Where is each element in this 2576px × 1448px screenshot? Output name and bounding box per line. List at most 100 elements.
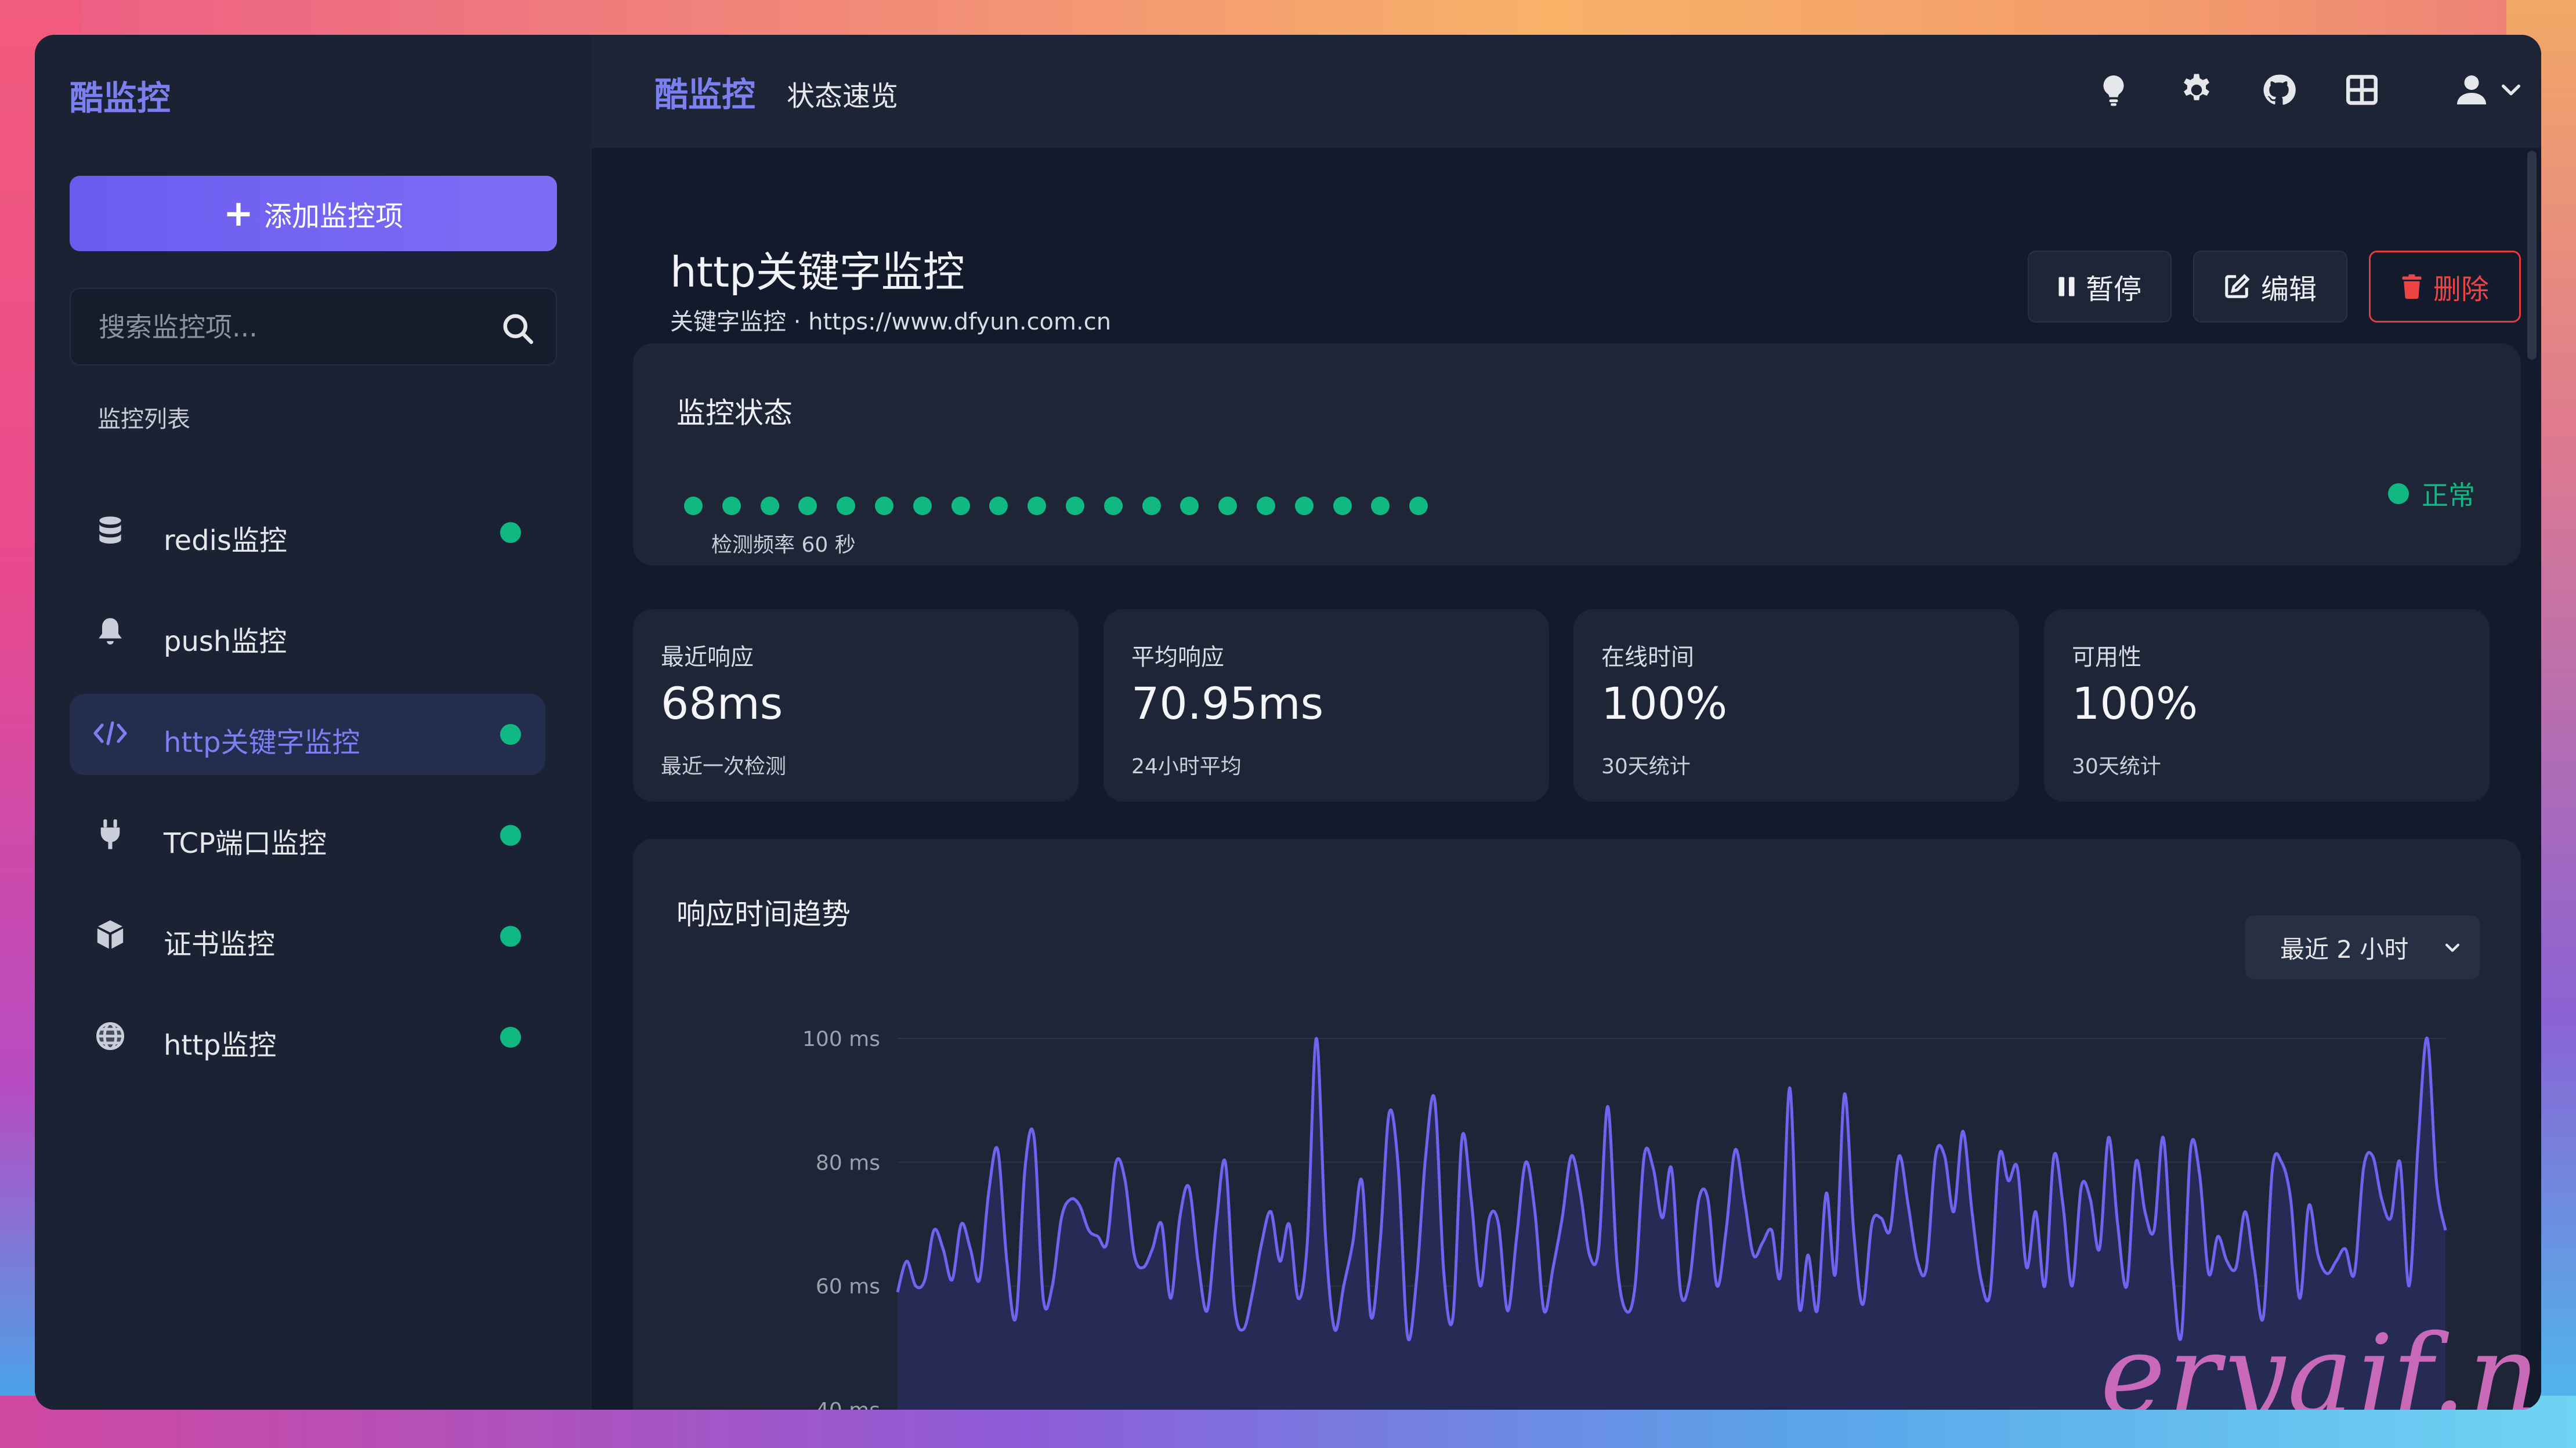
- heartbeat-dot[interactable]: [684, 497, 703, 515]
- delete-button[interactable]: 删除: [2369, 251, 2521, 323]
- heartbeat-dot[interactable]: [722, 497, 741, 515]
- heartbeat-dot[interactable]: [1142, 497, 1161, 515]
- edit-icon: [2225, 274, 2250, 298]
- monitor-item-http[interactable]: http监控: [70, 997, 545, 1078]
- pause-label: 暂停: [2085, 273, 2141, 306]
- app-window: 酷监控 + 添加监控项 监控列表 redis监控: [35, 35, 2541, 1410]
- monitor-item-tcp[interactable]: TCP端口监控: [70, 795, 545, 876]
- stat-value: 100%: [1601, 678, 1728, 729]
- delete-label: 删除: [2433, 273, 2489, 306]
- heartbeat-dot[interactable]: [1027, 497, 1047, 515]
- heartbeat-dot[interactable]: [1218, 497, 1238, 515]
- status-card: [633, 343, 2521, 566]
- y-axis-ticks: 100 ms 80 ms 60 ms 40 ms: [802, 1027, 880, 1410]
- status-dot: [500, 926, 521, 947]
- sidebar-brand[interactable]: 酷监控: [70, 71, 171, 120]
- status-dot: [2388, 483, 2409, 504]
- monitor-item-label: TCP端口监控: [164, 827, 327, 860]
- monitor-item-label: 证书监控: [164, 928, 276, 961]
- status-text: 正常: [2422, 480, 2475, 511]
- stat-card-uptime: 在线时间 100% 30天统计: [1573, 609, 2019, 802]
- y-tick-label: 80 ms: [816, 1151, 880, 1175]
- time-range-value: 最近 2 小时: [2280, 935, 2409, 964]
- code-icon: [93, 716, 128, 751]
- stat-label: 在线时间: [1601, 644, 1694, 671]
- stat-desc: 最近一次检测: [661, 755, 787, 779]
- monitor-item-push[interactable]: push监控: [70, 593, 545, 674]
- lightbulb-icon[interactable]: [2096, 73, 2131, 107]
- stat-label: 可用性: [2072, 644, 2141, 671]
- monitor-item-cert[interactable]: 证书监控: [70, 896, 545, 977]
- trash-icon: [2402, 274, 2422, 299]
- heartbeat-dot[interactable]: [1104, 497, 1123, 515]
- stat-desc: 30天统计: [2072, 755, 2161, 779]
- heartbeat-dot[interactable]: [837, 497, 856, 515]
- chart-card-title: 响应时间趋势: [676, 897, 851, 931]
- pause-button[interactable]: 暂停: [2028, 251, 2172, 323]
- stat-label: 平均响应: [1131, 644, 1224, 671]
- topbar-brand[interactable]: 酷监控: [654, 67, 755, 116]
- stat-card-latest: 最近响应 68ms 最近一次检测: [633, 609, 1079, 802]
- database-icon: [93, 514, 128, 549]
- status-badge: 正常: [2388, 475, 2475, 513]
- heartbeat-dot[interactable]: [913, 497, 932, 515]
- add-monitor-label: 添加监控项: [263, 200, 403, 233]
- time-range-select[interactable]: 最近 2 小时: [2245, 915, 2480, 979]
- globe-icon: [93, 1019, 128, 1054]
- status-dot: [500, 825, 521, 846]
- topbar-subtitle: 状态速览: [787, 80, 899, 113]
- stat-desc: 24小时平均: [1131, 755, 1242, 779]
- chevron-down-icon[interactable]: [2499, 73, 2523, 107]
- stat-label: 最近响应: [661, 644, 754, 671]
- plug-icon: [93, 817, 128, 852]
- edit-label: 编辑: [2260, 273, 2317, 306]
- heartbeat-dot[interactable]: [1066, 497, 1084, 515]
- stat-value: 70.95ms: [1131, 678, 1324, 729]
- y-tick-label: 60 ms: [816, 1275, 880, 1299]
- heartbeat-dot[interactable]: [1294, 497, 1314, 515]
- monitor-item-http-keyword[interactable]: http关键字监控: [70, 694, 545, 775]
- chevron-down-icon: [2445, 943, 2460, 952]
- heartbeat-dot[interactable]: [760, 497, 779, 515]
- status-dot: [500, 1027, 521, 1048]
- pause-icon: [2058, 277, 2075, 296]
- heartbeat-dot[interactable]: [1257, 497, 1275, 515]
- check-frequency: 检测频率 60 秒: [711, 533, 856, 557]
- stat-value: 68ms: [661, 678, 783, 729]
- search-input[interactable]: [97, 306, 471, 348]
- add-monitor-button[interactable]: + 添加监控项: [70, 176, 557, 251]
- stat-desc: 30天统计: [1601, 755, 1691, 779]
- heartbeat-dot[interactable]: [951, 497, 970, 515]
- monitor-item-label: http监控: [164, 1029, 277, 1062]
- search-box: [70, 288, 557, 365]
- status-dot: [500, 522, 521, 543]
- stat-card-average: 平均响应 70.95ms 24小时平均: [1104, 609, 1549, 802]
- scrollbar[interactable]: [2527, 151, 2537, 360]
- heartbeat-dot[interactable]: [875, 497, 893, 515]
- monitor-list-title: 监控列表: [97, 406, 190, 433]
- page-title: http关键字监控: [670, 248, 965, 296]
- page-subtitle: 关键字监控 · https://www.dfyun.com.cn: [670, 309, 1112, 335]
- monitor-item-label: http关键字监控: [164, 726, 360, 759]
- status-dot: [500, 724, 521, 745]
- edit-button[interactable]: 编辑: [2193, 251, 2347, 323]
- grid-icon[interactable]: [2345, 73, 2379, 107]
- search-icon[interactable]: [500, 311, 535, 346]
- monitor-item-redis[interactable]: redis监控: [70, 492, 545, 573]
- status-card-title: 监控状态: [676, 396, 793, 430]
- user-icon[interactable]: [2454, 73, 2489, 107]
- heartbeat-dot[interactable]: [1333, 497, 1352, 515]
- y-tick-label: 40 ms: [816, 1399, 880, 1410]
- heartbeat-dot[interactable]: [1409, 497, 1428, 515]
- monitor-item-label: redis监控: [164, 524, 288, 557]
- github-icon[interactable]: [2262, 73, 2296, 107]
- box-icon: [93, 918, 128, 953]
- bell-icon: [93, 615, 128, 650]
- monitor-item-label: push监控: [164, 625, 287, 658]
- gear-icon[interactable]: [2179, 73, 2214, 107]
- sidebar: 酷监控 + 添加监控项 监控列表 redis监控: [35, 35, 592, 1410]
- y-tick-label: 100 ms: [802, 1027, 880, 1051]
- watermark: eryajf.net: [2100, 1311, 2541, 1410]
- plus-icon: +: [223, 192, 254, 234]
- stat-value: 100%: [2072, 678, 2198, 729]
